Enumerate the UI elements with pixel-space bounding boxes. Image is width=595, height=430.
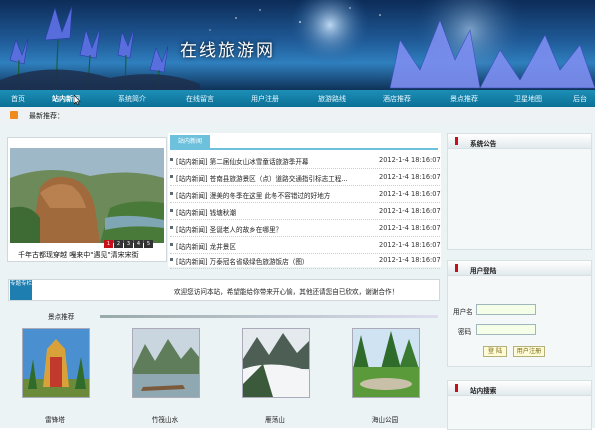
nav-item-map[interactable]: 卫星地图 — [514, 94, 542, 104]
scenic-caption[interactable]: 海山公园 — [352, 414, 418, 424]
news-title[interactable]: [站内新闻] 漫美的冬季在这里 此冬不容错过的好地方 — [176, 190, 372, 200]
news-title[interactable]: [站内新闻] 第二届仙女山冰雪童话旅游季开幕 — [176, 156, 372, 166]
bullet-icon — [170, 175, 173, 178]
bullet-icon — [170, 158, 173, 161]
mouse-cursor-icon — [74, 95, 81, 105]
scenic-item[interactable]: 雁荡山 — [242, 328, 310, 424]
tab-news[interactable]: 站内新闻 — [170, 135, 210, 148]
news-date: 2012-1-4 18:16:07 — [379, 207, 441, 215]
banner-flowers-art — [0, 0, 595, 90]
tab-underline — [170, 148, 438, 150]
news-title[interactable]: [站内新闻] 苍南县旅游景区（点）道路交通指引标志工程... — [176, 173, 372, 183]
news-date: 2012-1-4 18:16:07 — [379, 224, 441, 232]
bullet-icon — [170, 258, 173, 261]
slideshow-pager-5[interactable]: 5 — [144, 240, 153, 248]
photo-slideshow[interactable]: 1 2 3 4 5 千年古都现穿越 嘎来中"遇见"清宋宋街 — [7, 137, 167, 262]
news-title[interactable]: [站内新闻] 龙井景区 — [176, 241, 372, 251]
bullet-icon — [170, 226, 173, 229]
header-marker — [455, 264, 458, 272]
username-field[interactable] — [476, 304, 536, 315]
news-title[interactable]: [站内新闻] 万泰冠名省级绿色旅游饭店（图） — [176, 256, 372, 266]
announcement-box: 系统公告 — [447, 133, 592, 250]
news-title[interactable]: [站内新闻] 钱塘秋潮 — [176, 207, 372, 217]
scenic-divider — [100, 315, 438, 318]
news-row[interactable]: [站内新闻] 苍南县旅游景区（点）道路交通指引标志工程... 2012-1-4 1… — [170, 170, 441, 186]
nav-item-scenic[interactable]: 景点推荐 — [450, 94, 478, 104]
slideshow-pager-2[interactable]: 2 — [114, 240, 123, 248]
scenic-item[interactable]: 海山公园 — [352, 328, 420, 424]
password-field[interactable] — [476, 324, 536, 335]
news-row[interactable]: [站内新闻] 龙井景区 2012-1-4 18:16:07 — [170, 238, 441, 254]
main-nav: 首页 站内新闻 系统简介 在线留言 用户注册 旅游路线 酒店推荐 景点推荐 卫星… — [0, 90, 595, 107]
search-header: 站内搜索 — [448, 381, 591, 396]
bullet-icon — [170, 192, 173, 195]
login-header: 用户登陆 — [448, 261, 591, 276]
news-row[interactable]: [站内新闻] 万泰冠名省级绿色旅游饭店（图） 2012-1-4 18:16:07 — [170, 253, 441, 269]
news-row[interactable]: [站内新闻] 第二届仙女山冰雪童话旅游季开幕 2012-1-4 18:16:07 — [170, 153, 441, 169]
news-date: 2012-1-4 18:16:07 — [379, 190, 441, 198]
news-date: 2012-1-4 18:16:07 — [379, 173, 441, 181]
scenic-photo[interactable] — [352, 328, 420, 398]
login-button[interactable]: 登 陆 — [483, 346, 507, 357]
nav-item-home[interactable]: 首页 — [11, 94, 25, 104]
slideshow-pager-1[interactable]: 1 — [104, 240, 113, 248]
site-title: 在线旅游网 — [180, 41, 275, 61]
register-button[interactable]: 用户注册 — [513, 346, 545, 357]
welcome-message: 欢迎您访问本站，希望能给你带来开心愉，其他还请您自已欣欢，谢谢合作！ — [174, 288, 399, 296]
bullet-icon — [170, 243, 173, 246]
slideshow-pager-3[interactable]: 3 — [124, 240, 133, 248]
recommend-label: 最新推荐： — [29, 112, 64, 120]
news-title[interactable]: [站内新闻] 圣诞老人的故乡在哪里？ — [176, 224, 372, 234]
scenic-photo[interactable] — [242, 328, 310, 398]
search-box: 站内搜索 — [447, 380, 592, 430]
recommend-icon — [10, 111, 18, 119]
announcement-title: 系统公告 — [470, 140, 497, 148]
slideshow-pager-4[interactable]: 4 — [134, 240, 143, 248]
scenic-label: 景点推荐 — [48, 313, 75, 321]
special-column-badge[interactable]: 专题专栏 — [10, 280, 32, 300]
news-date: 2012-1-4 18:16:07 — [379, 241, 441, 249]
scenic-header: 景点推荐 — [8, 310, 438, 321]
nav-item-intro[interactable]: 系统简介 — [118, 94, 146, 104]
header-marker — [455, 384, 458, 392]
slideshow-caption[interactable]: 千年古都现穿越 嘎来中"遇见"清宋宋街 — [18, 250, 139, 260]
news-date: 2012-1-4 18:16:07 — [379, 256, 441, 264]
header-marker — [455, 137, 458, 145]
scenic-photo[interactable] — [132, 328, 200, 398]
username-label: 用户名 — [453, 308, 473, 316]
search-title: 站内搜索 — [470, 387, 497, 395]
nav-item-routes[interactable]: 旅游路线 — [318, 94, 346, 104]
scenic-item[interactable]: 雷锋塔 — [22, 328, 90, 424]
news-panel: 站内新闻 [站内新闻] 第二届仙女山冰雪童话旅游季开幕 2012-1-4 18:1… — [168, 133, 441, 269]
scenic-caption[interactable]: 竹筏山水 — [132, 414, 198, 424]
news-row[interactable]: [站内新闻] 漫美的冬季在这里 此冬不容错过的好地方 2012-1-4 18:16… — [170, 187, 441, 203]
bullet-icon — [170, 209, 173, 212]
nav-item-hotels[interactable]: 酒店推荐 — [383, 94, 411, 104]
scenic-item[interactable]: 竹筏山水 — [132, 328, 200, 424]
welcome-marquee: 专题专栏 欢迎您访问本站，希望能给你带来开心愉，其他还请您自已欣欢，谢谢合作！ — [8, 279, 440, 301]
scenic-caption[interactable]: 雷锋塔 — [22, 414, 88, 424]
scenic-caption[interactable]: 雁荡山 — [242, 414, 308, 424]
scenic-photo[interactable] — [22, 328, 90, 398]
nav-item-register[interactable]: 用户注册 — [251, 94, 279, 104]
header-banner: 在线旅游网 — [0, 0, 595, 90]
slideshow-photo[interactable] — [10, 148, 164, 243]
news-date: 2012-1-4 18:16:07 — [379, 156, 441, 164]
announcement-header: 系统公告 — [448, 134, 591, 149]
login-box: 用户登陆 用户名 密码 登 陆 用户注册 — [447, 260, 592, 367]
password-label: 密码 — [458, 328, 472, 336]
nav-item-admin[interactable]: 后台 — [573, 94, 587, 104]
nav-item-guestbook[interactable]: 在线留言 — [186, 94, 214, 104]
recommend-bar: 最新推荐： — [0, 107, 595, 125]
login-title: 用户登陆 — [470, 267, 497, 275]
news-row[interactable]: [站内新闻] 圣诞老人的故乡在哪里？ 2012-1-4 18:16:07 — [170, 221, 441, 237]
news-row[interactable]: [站内新闻] 钱塘秋潮 2012-1-4 18:16:07 — [170, 204, 441, 220]
